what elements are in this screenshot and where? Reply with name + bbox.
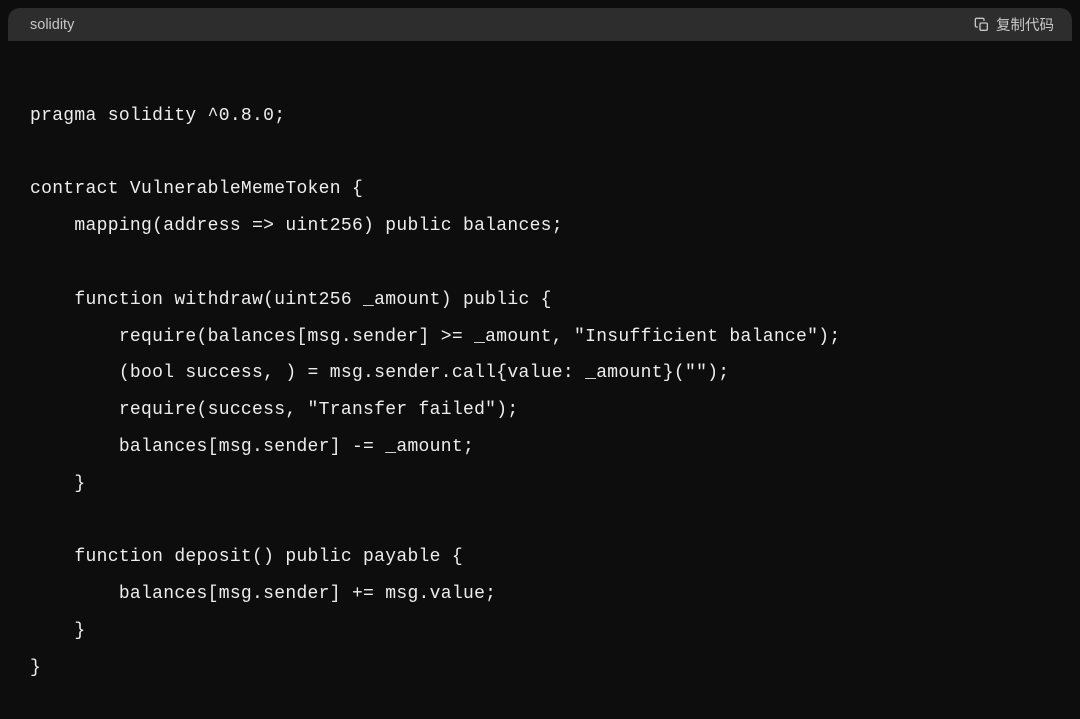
code-text: pragma solidity ^0.8.0; contract Vulnera…: [30, 106, 840, 678]
code-content: pragma solidity ^0.8.0; contract Vulnera…: [8, 41, 1072, 711]
language-label: solidity: [30, 17, 74, 33]
code-header: solidity 复制代码: [8, 8, 1072, 41]
code-block-container: solidity 复制代码 pragma solidity ^0.8.0; co…: [8, 8, 1072, 711]
copy-button[interactable]: 复制代码: [974, 14, 1054, 35]
copy-button-label: 复制代码: [996, 14, 1054, 35]
copy-icon: [974, 17, 990, 33]
